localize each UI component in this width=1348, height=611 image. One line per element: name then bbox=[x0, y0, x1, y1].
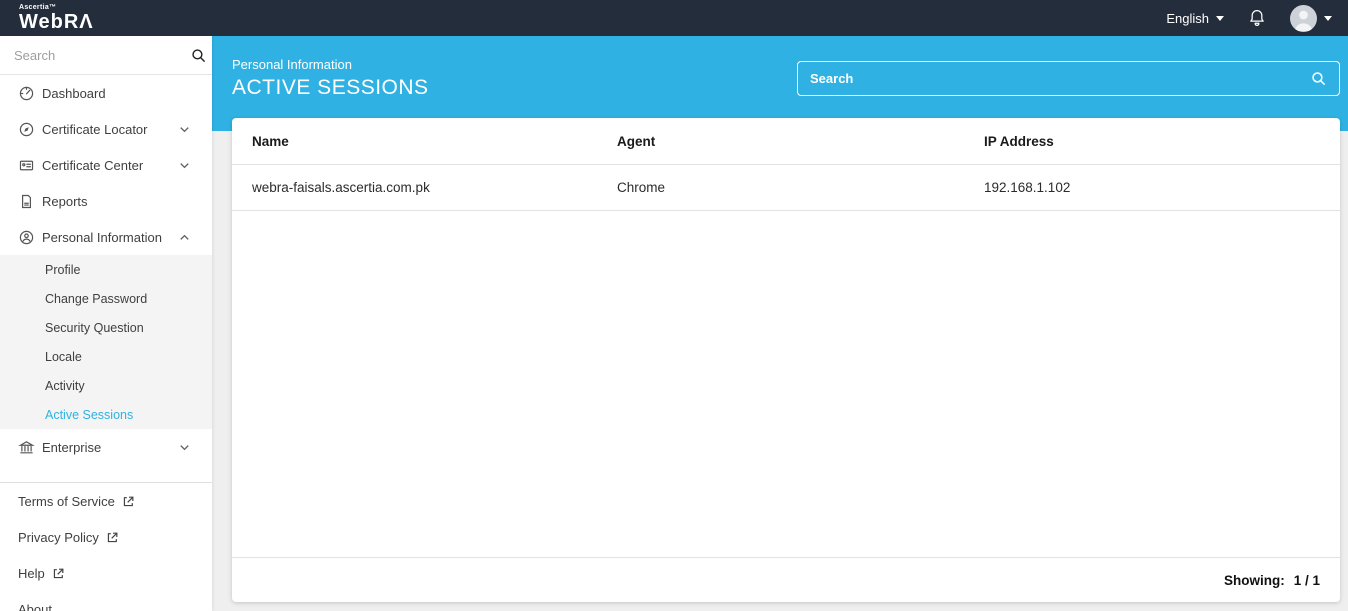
sidebar-item-profile[interactable]: Profile bbox=[0, 255, 212, 284]
sidebar-item-locale[interactable]: Locale bbox=[0, 342, 212, 371]
brand-company: Ascertia™ bbox=[19, 4, 57, 11]
sidebar-item-label: Reports bbox=[42, 193, 88, 209]
caret-down-icon bbox=[1216, 15, 1224, 21]
privacy-policy-link[interactable]: Privacy Policy bbox=[0, 519, 212, 555]
external-link-icon bbox=[122, 495, 135, 508]
sidebar-item-personal-information[interactable]: Personal Information bbox=[0, 219, 212, 255]
person-icon bbox=[18, 229, 35, 246]
sidebar-item-label: Certificate Center bbox=[42, 157, 144, 173]
external-link-icon bbox=[52, 567, 65, 580]
external-link-icon bbox=[106, 531, 119, 544]
cell-name: webra-faisals.ascertia.com.pk bbox=[252, 180, 430, 195]
caret-down-icon bbox=[1324, 15, 1332, 21]
search-icon[interactable] bbox=[1310, 70, 1327, 87]
document-icon bbox=[18, 193, 35, 210]
help-link[interactable]: Help bbox=[0, 555, 212, 591]
link-label: About bbox=[18, 601, 52, 611]
language-selector[interactable]: English bbox=[1166, 11, 1224, 26]
page-header-band: Personal Information ACTIVE SESSIONS bbox=[212, 36, 1348, 131]
about-link[interactable]: About bbox=[0, 591, 212, 611]
personal-information-submenu: Profile Change Password Security Questio… bbox=[0, 255, 212, 429]
user-menu[interactable] bbox=[1290, 4, 1332, 32]
column-header-agent: Agent bbox=[617, 133, 656, 149]
table-search-input[interactable] bbox=[810, 71, 1310, 86]
cell-agent: Chrome bbox=[617, 180, 666, 195]
breadcrumb: Personal Information bbox=[232, 57, 352, 72]
bank-icon bbox=[18, 439, 35, 456]
language-label: English bbox=[1166, 10, 1209, 26]
sidebar-item-change-password[interactable]: Change Password bbox=[0, 284, 212, 313]
sidebar-item-certificate-locator[interactable]: Certificate Locator bbox=[0, 111, 212, 147]
sessions-card: Name Agent IP Address webra-faisals.asce… bbox=[232, 118, 1340, 602]
sidebar-item-label: Enterprise bbox=[42, 439, 102, 455]
card-empty-space bbox=[232, 211, 1340, 557]
chevron-down-icon bbox=[177, 440, 192, 455]
table-search bbox=[797, 61, 1340, 96]
person-silhouette-icon bbox=[1294, 10, 1313, 31]
sidebar-item-security-question[interactable]: Security Question bbox=[0, 313, 212, 342]
sidebar-item-enterprise[interactable]: Enterprise bbox=[0, 429, 212, 465]
column-header-name: Name bbox=[252, 133, 289, 149]
terms-of-service-link[interactable]: Terms of Service bbox=[0, 483, 212, 519]
chevron-down-icon bbox=[177, 122, 192, 137]
sidebar-item-label: Personal Information bbox=[42, 229, 162, 245]
topbar: Ascertia™ WebRΛ English bbox=[0, 0, 1348, 36]
chevron-up-icon bbox=[177, 230, 192, 245]
bell-icon bbox=[1247, 8, 1267, 28]
column-header-ip-address: IP Address bbox=[984, 133, 1054, 149]
sidebar: Dashboard Certificate Locator Certificat… bbox=[0, 36, 212, 611]
showing-count: 1 / 1 bbox=[1293, 572, 1320, 588]
sidebar-item-active-sessions[interactable]: Active Sessions bbox=[0, 400, 212, 429]
sidebar-item-label: Dashboard bbox=[42, 85, 106, 101]
main-content: Personal Information ACTIVE SESSIONS Nam… bbox=[212, 36, 1348, 611]
link-label: Terms of Service bbox=[18, 493, 115, 509]
page-title-block: Personal Information ACTIVE SESSIONS bbox=[232, 57, 429, 100]
notifications-button[interactable] bbox=[1246, 7, 1268, 29]
sidebar-search-input[interactable] bbox=[14, 47, 190, 63]
avatar bbox=[1290, 4, 1317, 32]
topbar-actions: English bbox=[1166, 4, 1332, 32]
table-row[interactable]: webra-faisals.ascertia.com.pk Chrome 192… bbox=[232, 165, 1340, 211]
cell-ip-address: 192.168.1.102 bbox=[984, 180, 1071, 195]
sidebar-search bbox=[0, 36, 212, 75]
brand-logo[interactable]: Ascertia™ WebRΛ bbox=[19, 4, 94, 32]
sidebar-item-certificate-center[interactable]: Certificate Center bbox=[0, 147, 212, 183]
search-icon[interactable] bbox=[190, 47, 207, 64]
sidebar-item-label: Certificate Locator bbox=[42, 121, 148, 137]
sidebar-item-activity[interactable]: Activity bbox=[0, 371, 212, 400]
chevron-down-icon bbox=[177, 158, 192, 173]
compass-icon bbox=[18, 121, 35, 138]
link-label: Help bbox=[18, 565, 45, 581]
brand-product: WebRΛ bbox=[19, 11, 94, 33]
gauge-icon bbox=[18, 85, 35, 102]
link-label: Privacy Policy bbox=[18, 529, 99, 545]
page-title: ACTIVE SESSIONS bbox=[232, 76, 429, 99]
sidebar-item-reports[interactable]: Reports bbox=[0, 183, 212, 219]
sidebar-item-dashboard[interactable]: Dashboard bbox=[0, 75, 212, 111]
card-icon bbox=[18, 157, 35, 174]
table-header-row: Name Agent IP Address bbox=[232, 118, 1340, 165]
table-footer: Showing: 1 / 1 bbox=[232, 557, 1340, 602]
showing-label: Showing: bbox=[1223, 572, 1285, 588]
